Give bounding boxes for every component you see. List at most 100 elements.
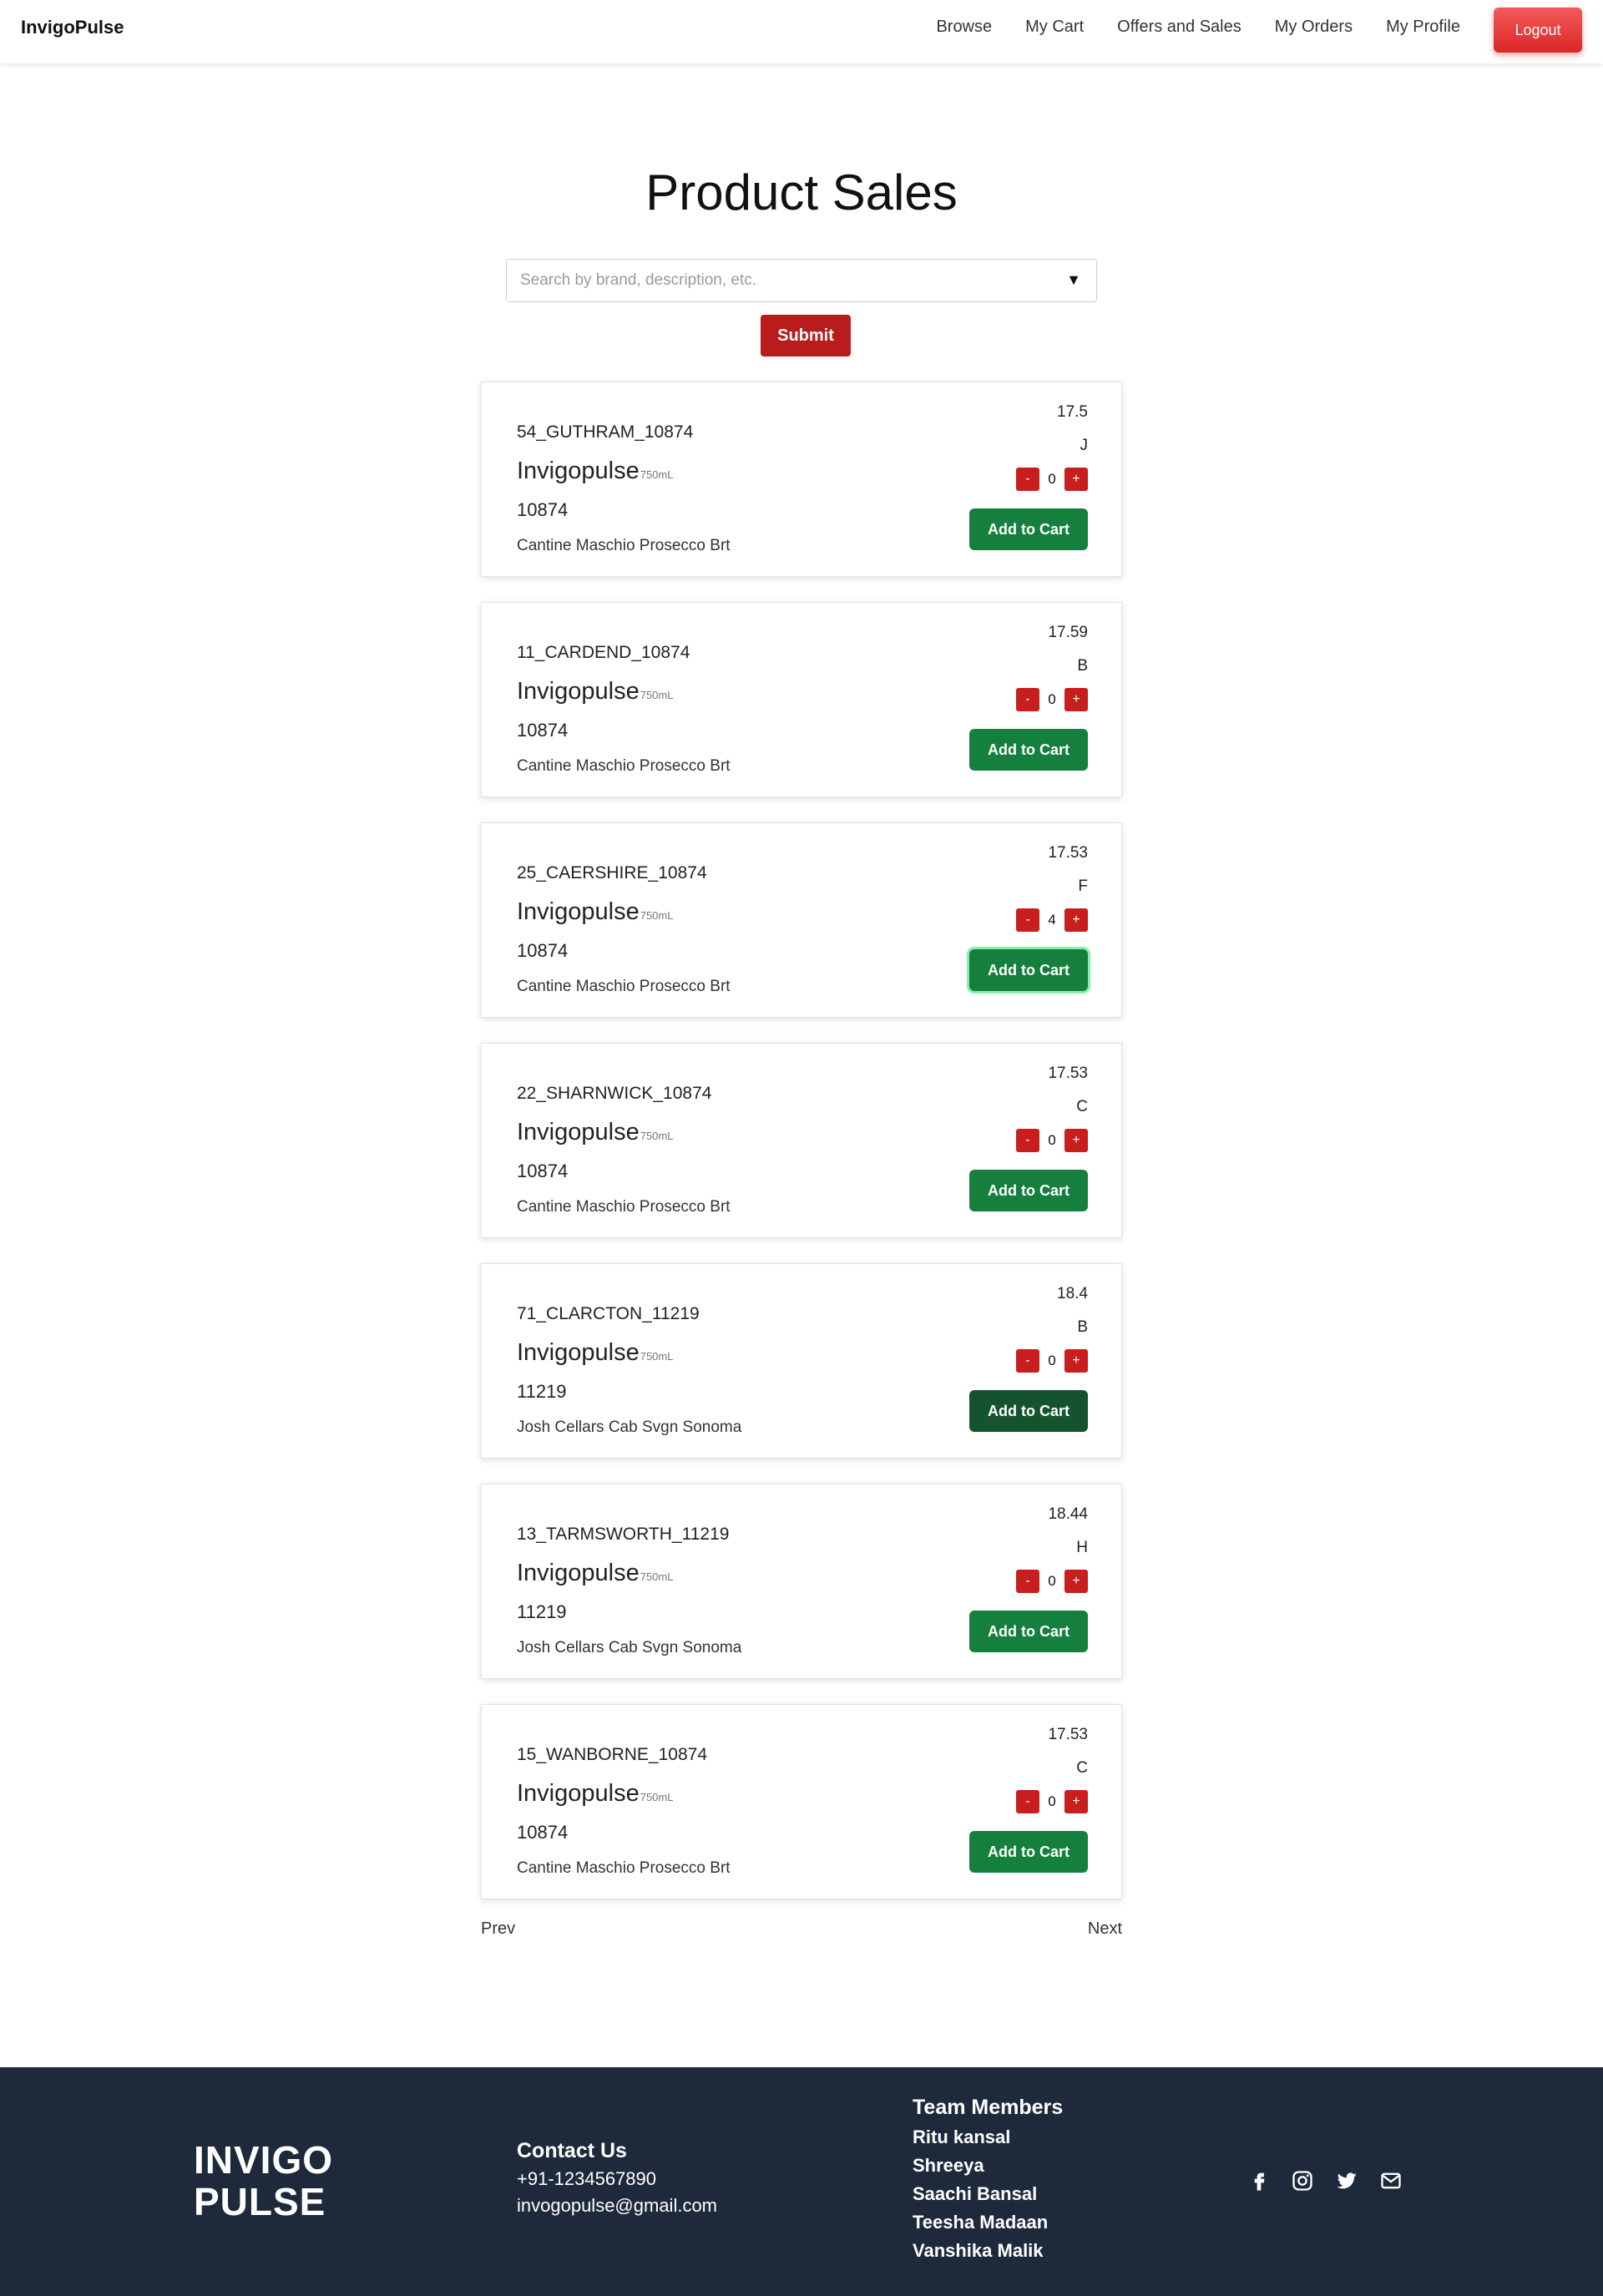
facebook-icon[interactable] — [1247, 2169, 1271, 2192]
quantity-stepper: - 0 + — [1016, 1790, 1088, 1813]
increment-button[interactable]: + — [1064, 1790, 1088, 1813]
product-brand-name: Invigopulse — [517, 1560, 640, 1586]
footer-logo: INVIGO PULSE — [194, 2139, 333, 2223]
decrement-button[interactable]: - — [1016, 468, 1039, 491]
add-to-cart-button[interactable]: Add to Cart — [969, 1390, 1088, 1432]
add-to-cart-button[interactable]: Add to Cart — [969, 1831, 1088, 1873]
quantity-stepper: - 0 + — [1016, 1349, 1088, 1373]
logout-button[interactable]: Logout — [1494, 8, 1582, 53]
product-brand: Invigopulse750mL — [517, 1119, 673, 1146]
product-brand-name: Invigopulse — [517, 1780, 640, 1807]
quantity-stepper: - 0 + — [1016, 688, 1088, 711]
nav-browse[interactable]: Browse — [936, 18, 992, 37]
product-grade: C — [1076, 1759, 1088, 1777]
team-member: Saachi Bansal — [913, 2183, 1038, 2204]
quantity-stepper: - 0 + — [1016, 1129, 1088, 1152]
product-code: 11_CARDEND_10874 — [517, 643, 690, 662]
product-number: 10874 — [517, 720, 569, 741]
twitter-icon[interactable] — [1334, 2169, 1359, 2192]
increment-button[interactable]: + — [1064, 468, 1088, 491]
contact-email[interactable]: invogopulse@gmail.com — [517, 2195, 717, 2217]
increment-button[interactable]: + — [1064, 1349, 1088, 1373]
team-heading: Team Members — [913, 2096, 1064, 2119]
product-grade: B — [1077, 1318, 1088, 1336]
search-input[interactable] — [507, 260, 1041, 301]
add-to-cart-button[interactable]: Add to Cart — [969, 729, 1088, 771]
nav-my-orders[interactable]: My Orders — [1275, 18, 1353, 37]
social-links — [1247, 2169, 1403, 2192]
quantity-value: 0 — [1048, 1132, 1056, 1148]
product-grade: F — [1078, 877, 1088, 895]
product-size: 750mL — [640, 1350, 674, 1363]
brand-logo[interactable]: InvigoPulse — [21, 17, 124, 38]
contact-section: Contact Us +91-1234567890 invogopulse@gm… — [517, 2139, 717, 2217]
product-card: 15_WANBORNE_10874 Invigopulse750mL 10874… — [481, 1704, 1122, 1899]
add-to-cart-button[interactable]: Add to Cart — [969, 508, 1088, 550]
increment-button[interactable]: + — [1064, 1129, 1088, 1152]
product-price: 17.5 — [1057, 403, 1088, 421]
page-title: Product Sales — [645, 164, 958, 220]
increment-button[interactable]: + — [1064, 688, 1088, 711]
product-code: 71_CLARCTON_11219 — [517, 1304, 700, 1323]
product-card: 13_TARMSWORTH_11219 Invigopulse750mL 112… — [481, 1484, 1122, 1679]
quantity-value: 0 — [1048, 471, 1056, 487]
team-member: Vanshika Malik — [913, 2240, 1044, 2261]
product-code: 13_TARMSWORTH_11219 — [517, 1525, 730, 1544]
product-description: Josh Cellars Cab Svgn Sonoma — [517, 1419, 742, 1436]
decrement-button[interactable]: - — [1016, 908, 1039, 932]
decrement-button[interactable]: - — [1016, 1349, 1039, 1373]
product-card: 22_SHARNWICK_10874 Invigopulse750mL 1087… — [481, 1043, 1122, 1238]
product-number: 10874 — [517, 1822, 569, 1843]
instagram-icon[interactable] — [1291, 2169, 1314, 2192]
submit-button[interactable]: Submit — [761, 315, 851, 357]
product-description: Cantine Maschio Prosecco Brt — [517, 1198, 731, 1216]
decrement-button[interactable]: - — [1016, 1129, 1039, 1152]
product-price: 18.4 — [1057, 1285, 1088, 1302]
contact-phone: +91-1234567890 — [517, 2168, 656, 2189]
product-number: 11219 — [517, 1381, 567, 1402]
product-number: 11219 — [517, 1601, 567, 1622]
product-description: Cantine Maschio Prosecco Brt — [517, 757, 731, 775]
increment-button[interactable]: + — [1064, 1570, 1088, 1593]
product-brand-name: Invigopulse — [517, 898, 640, 925]
add-to-cart-button[interactable]: Add to Cart — [969, 949, 1088, 991]
decrement-button[interactable]: - — [1016, 1570, 1039, 1593]
nav-my-cart[interactable]: My Cart — [1025, 18, 1084, 37]
increment-button[interactable]: + — [1064, 908, 1088, 932]
product-description: Cantine Maschio Prosecco Brt — [517, 1859, 731, 1877]
nav-offers-and-sales[interactable]: Offers and Sales — [1117, 18, 1241, 37]
add-to-cart-button[interactable]: Add to Cart — [969, 1170, 1088, 1211]
nav-links: Browse My Cart Offers and Sales My Order… — [936, 0, 1603, 63]
dropdown-arrow-icon[interactable]: ▼ — [1066, 271, 1081, 289]
product-code: 22_SHARNWICK_10874 — [517, 1084, 712, 1103]
quantity-stepper: - 0 + — [1016, 468, 1088, 491]
navbar: InvigoPulse Browse My Cart Offers and Sa… — [0, 0, 1603, 63]
product-brand: Invigopulse750mL — [517, 678, 673, 705]
contact-heading: Contact Us — [517, 2139, 627, 2162]
prev-page-link[interactable]: Prev — [481, 1919, 515, 1939]
quantity-value: 4 — [1048, 912, 1056, 928]
product-code: 25_CAERSHIRE_10874 — [517, 863, 707, 882]
team-member: Ritu kansal — [913, 2127, 1011, 2147]
product-number: 10874 — [517, 940, 569, 961]
search-select[interactable]: ▼ — [506, 259, 1097, 302]
product-brand-name: Invigopulse — [517, 678, 640, 705]
product-brand-name: Invigopulse — [517, 458, 640, 484]
next-page-link[interactable]: Next — [1088, 1919, 1122, 1939]
quantity-value: 0 — [1048, 1793, 1056, 1809]
mail-icon[interactable] — [1379, 2169, 1403, 2192]
quantity-stepper: - 0 + — [1016, 1570, 1088, 1593]
product-code: 54_GUTHRAM_10874 — [517, 422, 694, 442]
quantity-stepper: - 4 + — [1016, 908, 1088, 932]
quantity-value: 0 — [1048, 1353, 1056, 1368]
decrement-button[interactable]: - — [1016, 1790, 1039, 1813]
product-size: 750mL — [640, 1791, 674, 1803]
product-card: 11_CARDEND_10874 Invigopulse750mL 10874 … — [481, 602, 1122, 797]
product-size: 750mL — [640, 468, 674, 481]
product-brand: Invigopulse750mL — [517, 1560, 673, 1587]
add-to-cart-button[interactable]: Add to Cart — [969, 1611, 1088, 1652]
nav-my-profile[interactable]: My Profile — [1386, 18, 1460, 37]
decrement-button[interactable]: - — [1016, 688, 1039, 711]
product-size: 750mL — [640, 1570, 674, 1583]
team-member: Teesha Madaan — [913, 2212, 1049, 2233]
